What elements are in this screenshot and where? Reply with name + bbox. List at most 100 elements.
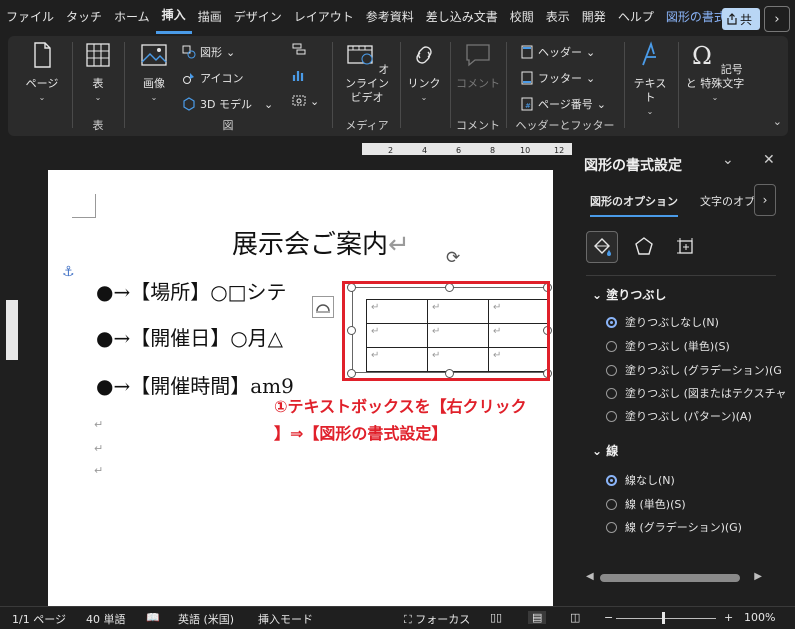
fill-option-gradient[interactable]: 塗りつぶし (グラデーション)(G bbox=[606, 362, 782, 378]
pane-horizontal-scrollbar[interactable]: ◀ ▶ bbox=[586, 571, 762, 585]
text-button[interactable]: テキスト ⌄ bbox=[630, 40, 670, 119]
chevron-right-icon: › bbox=[774, 11, 780, 27]
tab-design[interactable]: デザイン bbox=[228, 0, 288, 34]
group-comment: コメント bbox=[452, 36, 504, 136]
pages-button[interactable]: ページ ⌄ bbox=[22, 40, 62, 105]
bullet-line-date[interactable]: ●→【開催日】○月△ bbox=[96, 322, 283, 351]
chevron-down-icon: ⌄ bbox=[592, 444, 603, 458]
divider bbox=[400, 42, 401, 128]
zoom-in-icon[interactable]: + bbox=[724, 611, 733, 624]
fill-option-label: 塗りつぶし (パターン)(A) bbox=[625, 410, 752, 423]
tab-home[interactable]: ホーム bbox=[108, 0, 156, 34]
zoom-level[interactable]: 100% bbox=[744, 611, 775, 624]
tab-view[interactable]: 表示 bbox=[540, 0, 576, 34]
pane-options-button[interactable]: ⌄ bbox=[722, 152, 734, 168]
bullet-line-location[interactable]: ●→【場所】○□シテ bbox=[96, 276, 287, 305]
tab-file[interactable]: ファイル bbox=[0, 0, 60, 34]
ruler-scale bbox=[6, 300, 18, 360]
divider bbox=[624, 42, 625, 128]
tab-text-options[interactable]: 文字のオプ bbox=[700, 193, 755, 209]
tab-help[interactable]: ヘルプ bbox=[612, 0, 660, 34]
scrollbar-thumb[interactable] bbox=[600, 574, 740, 582]
chevron-down-icon: ⌄ bbox=[711, 93, 719, 102]
margin-crop-mark bbox=[72, 194, 96, 218]
line-option-solid[interactable]: 線 (単色)(S) bbox=[606, 496, 686, 512]
fill-option-pattern[interactable]: 塗りつぶし (パターン)(A) bbox=[606, 408, 752, 424]
size-properties-category-button[interactable] bbox=[670, 231, 702, 263]
line-option-none[interactable]: 線なし(N) bbox=[606, 472, 675, 488]
chevron-down-icon: ⌄ bbox=[592, 288, 603, 302]
word-count[interactable]: 40 単語 bbox=[86, 611, 126, 627]
tab-review[interactable]: 校閲 bbox=[504, 0, 540, 34]
link-button[interactable]: リンク ⌄ bbox=[406, 40, 442, 105]
tab-references[interactable]: 参考資料 bbox=[360, 0, 420, 34]
web-layout-icon[interactable]: ◫ bbox=[570, 611, 580, 624]
scroll-left-icon[interactable]: ◀ bbox=[586, 571, 594, 582]
tab-touch[interactable]: タッチ bbox=[60, 0, 108, 34]
tab-draw[interactable]: 描画 bbox=[192, 0, 228, 34]
radio-icon bbox=[606, 340, 617, 352]
status-bar: 1/1 ページ 40 単語 📖 英語 (米国) 挿入モード ⛶ フォーカス ▯▯… bbox=[0, 606, 795, 629]
radio-icon bbox=[606, 498, 617, 510]
ruler-scale: 2 4 6 8 10 12 bbox=[362, 143, 572, 155]
tab-insert[interactable]: 挿入 bbox=[155, 0, 192, 34]
divider bbox=[124, 42, 125, 128]
line-option-label: 線なし(N) bbox=[625, 474, 675, 487]
fill-option-solid[interactable]: 塗りつぶし (単色)(S) bbox=[606, 338, 730, 354]
horizontal-ruler[interactable]: 2 4 6 8 10 12 bbox=[28, 138, 572, 160]
scroll-right-icon[interactable]: ▶ bbox=[754, 571, 762, 582]
link-icon bbox=[416, 46, 432, 64]
fill-section-header[interactable]: ⌄ 塗りつぶし bbox=[592, 286, 666, 303]
tab-mailings[interactable]: 差し込み文書 bbox=[420, 0, 504, 34]
link-label: リンク bbox=[407, 77, 441, 90]
group-media: メディア bbox=[336, 36, 398, 136]
proofing-icon[interactable]: 📖 bbox=[146, 611, 160, 624]
group-table-label: 表 bbox=[92, 119, 104, 132]
fill-line-category-button[interactable] bbox=[586, 231, 618, 263]
read-mode-icon[interactable]: ▯▯ bbox=[490, 611, 502, 624]
chevron-down-icon: ⌄ bbox=[646, 107, 654, 116]
share-button[interactable]: 共 bbox=[722, 8, 760, 30]
group-comment-label: コメント bbox=[456, 119, 500, 132]
pane-tabs-scroll-button[interactable]: › bbox=[754, 184, 776, 216]
chevron-down-icon: ⌄ bbox=[772, 115, 782, 128]
tab-shape-options[interactable]: 図形のオプション bbox=[590, 193, 678, 217]
page-count[interactable]: 1/1 ページ bbox=[12, 611, 66, 627]
symbols-button[interactable]: Ω 記号と 特殊文字 ⌄ bbox=[684, 40, 746, 105]
fill-option-picture[interactable]: 塗りつぶし (図またはテクスチャ bbox=[606, 385, 786, 401]
line-option-label: 線 (単色)(S) bbox=[625, 498, 686, 511]
pane-divider bbox=[586, 275, 776, 276]
fill-option-label: 塗りつぶし (図またはテクスチャ bbox=[625, 387, 787, 400]
bullet-line-time[interactable]: ●→【開催時間】am9 bbox=[96, 370, 294, 399]
zoom-out-icon[interactable]: − bbox=[604, 611, 613, 624]
text-label: テキスト bbox=[633, 77, 667, 104]
ribbon-overflow-button[interactable]: › bbox=[764, 6, 790, 32]
highlight-textbox bbox=[342, 281, 550, 381]
line-section-header[interactable]: ⌄ 線 bbox=[592, 442, 618, 459]
empty-paragraph: ↵ bbox=[94, 442, 104, 455]
pane-close-button[interactable]: ✕ bbox=[763, 152, 775, 168]
divider bbox=[450, 42, 451, 128]
radio-icon bbox=[606, 364, 617, 376]
layout-options-button[interactable] bbox=[312, 296, 334, 318]
text-icon bbox=[642, 41, 656, 66]
fill-option-label: 塗りつぶし (グラデーション)(G bbox=[625, 364, 782, 377]
vertical-ruler[interactable] bbox=[4, 170, 20, 606]
zoom-slider[interactable] bbox=[616, 618, 716, 619]
focus-button[interactable]: ⛶ フォーカス bbox=[404, 611, 470, 627]
share-icon bbox=[727, 13, 737, 25]
print-layout-icon[interactable]: ▤ bbox=[528, 611, 547, 624]
pentagon-icon bbox=[635, 237, 653, 255]
zoom-slider-thumb[interactable] bbox=[662, 612, 665, 624]
document-title[interactable]: 展示会ご案内↵ bbox=[232, 224, 410, 261]
svg-text:Ω: Ω bbox=[692, 42, 712, 70]
language-status[interactable]: 英語 (米国) bbox=[178, 611, 234, 627]
line-option-gradient[interactable]: 線 (グラデーション)(G) bbox=[606, 519, 742, 535]
tab-layout[interactable]: レイアウト bbox=[288, 0, 360, 34]
ribbon-collapse-button[interactable]: ⌄ bbox=[773, 115, 782, 128]
tab-developer[interactable]: 開発 bbox=[576, 0, 612, 34]
rotate-handle-icon[interactable]: ⟳ bbox=[446, 248, 466, 268]
fill-option-none[interactable]: 塗りつぶしなし(N) bbox=[606, 314, 719, 330]
insert-mode-status[interactable]: 挿入モード bbox=[258, 611, 313, 627]
effects-category-button[interactable] bbox=[628, 231, 660, 263]
